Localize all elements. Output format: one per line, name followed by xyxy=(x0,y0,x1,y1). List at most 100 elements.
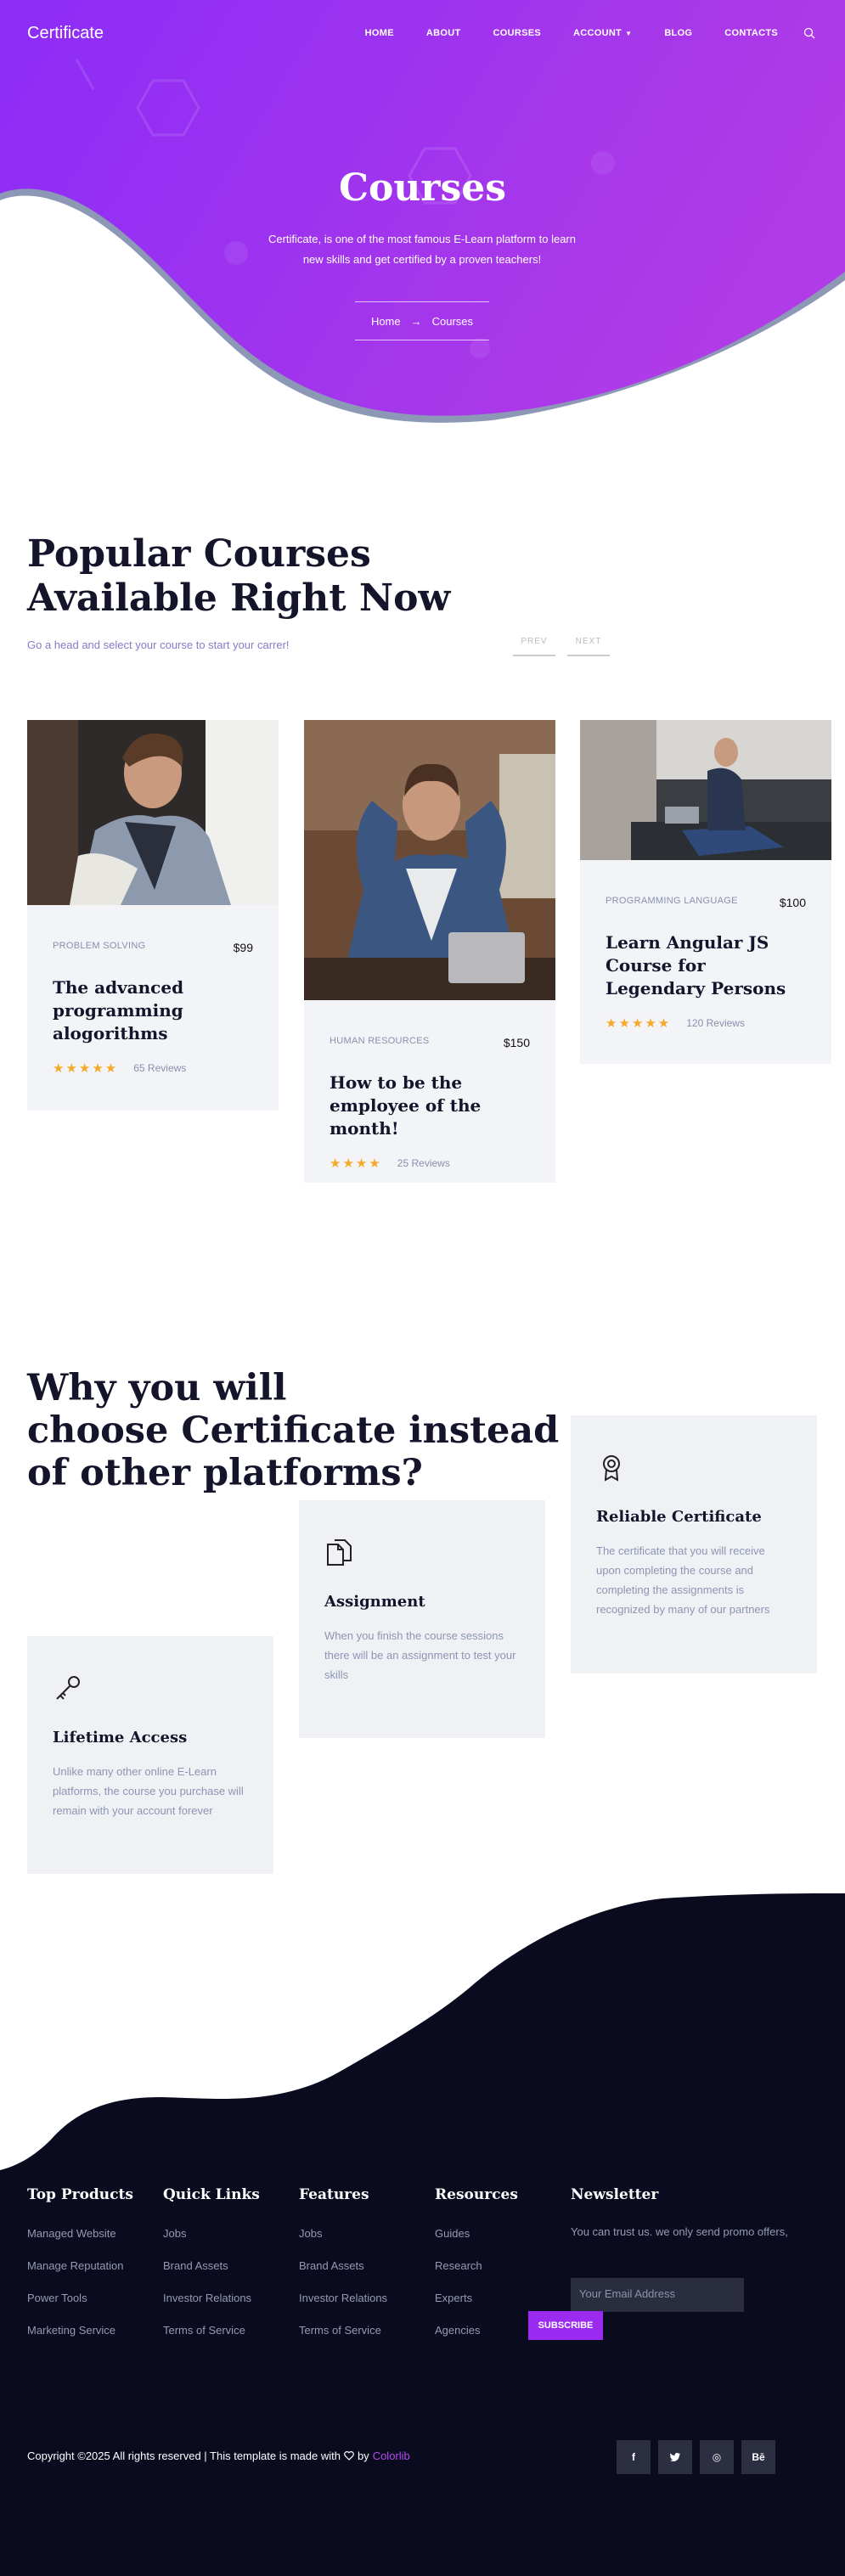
facebook-icon[interactable]: f xyxy=(617,2440,651,2474)
course-category: PROGRAMMING LANGUAGE xyxy=(606,896,738,906)
footer-link[interactable]: Terms of Service xyxy=(163,2324,260,2356)
footer-column: Top Products Managed Website Manage Repu… xyxy=(27,2186,133,2356)
footer-link[interactable]: Managed Website xyxy=(27,2227,133,2259)
course-title[interactable]: How to be the employee of the month! xyxy=(304,1071,555,1140)
prev-label: PREV xyxy=(521,637,548,646)
colorlib-link[interactable]: Colorlib xyxy=(373,2449,410,2462)
course-reviews: 65 Reviews xyxy=(133,1062,187,1074)
course-reviews: 120 Reviews xyxy=(686,1017,745,1029)
course-category: PROBLEM SOLVING xyxy=(53,941,146,951)
why-title-line2: choose Certificate instead xyxy=(27,1409,560,1452)
nav-contacts[interactable]: CONTACTS xyxy=(724,28,778,38)
page-title: Courses xyxy=(338,166,507,210)
footer-link[interactable]: Agencies xyxy=(435,2324,518,2356)
footer-link[interactable]: Guides xyxy=(435,2227,518,2259)
feature-text: Unlike many other online E-Learn platfor… xyxy=(53,1765,244,1817)
heart-icon xyxy=(344,2451,354,2461)
footer-link[interactable]: Jobs xyxy=(299,2227,387,2259)
subscribe-button[interactable]: SUBSCRIBE xyxy=(528,2311,603,2340)
feature-text: The certificate that you will receive up… xyxy=(596,1544,770,1616)
behance-icon[interactable]: Bē xyxy=(741,2440,775,2474)
certificate-badge-icon xyxy=(603,1455,620,1482)
feature-card: Assignment When you finish the course se… xyxy=(299,1500,545,1738)
breadcrumb: Home → Courses xyxy=(355,301,489,340)
course-category: HUMAN RESOURCES xyxy=(330,1036,430,1046)
nav-account[interactable]: ACCOUNT ▼ xyxy=(573,28,632,38)
hero-background xyxy=(0,0,845,423)
footer-link[interactable]: Research xyxy=(435,2259,518,2292)
document-icon xyxy=(327,1539,352,1566)
footer-link[interactable]: Marketing Service xyxy=(27,2324,133,2356)
course-price: $99 xyxy=(233,941,253,954)
popular-title-line1: Popular Courses xyxy=(27,532,371,576)
footer-column: Features Jobs Brand Assets Investor Rela… xyxy=(299,2186,387,2356)
course-title[interactable]: Learn Angular JS Course for Legendary Pe… xyxy=(580,931,831,1000)
course-meta: HUMAN RESOURCES $150 xyxy=(304,1036,555,1049)
footer-link[interactable]: Terms of Service xyxy=(299,2324,387,2356)
course-rating: ★★★★★ 65 Reviews xyxy=(27,1060,279,1076)
feature-text: When you finish the course sessions ther… xyxy=(324,1629,516,1681)
next-label: NEXT xyxy=(575,637,602,646)
nav-blog[interactable]: BLOG xyxy=(664,28,692,38)
course-title[interactable]: The advanced programming alogorithms xyxy=(27,976,279,1045)
footer-link[interactable]: Brand Assets xyxy=(163,2259,260,2292)
why-title-line3: of other platforms? xyxy=(27,1452,423,1494)
chevron-down-icon: ▼ xyxy=(625,29,633,37)
footer-link[interactable]: Brand Assets xyxy=(299,2259,387,2292)
course-card[interactable]: PROGRAMMING LANGUAGE $100 Learn Angular … xyxy=(580,720,831,1064)
site-logo[interactable]: Certificate xyxy=(27,24,104,43)
course-reviews: 25 Reviews xyxy=(397,1157,450,1169)
dribbble-icon[interactable]: ◎ xyxy=(700,2440,734,2474)
star-rating-icon: ★★★★ xyxy=(330,1156,382,1171)
feature-card: Lifetime Access Unlike many other online… xyxy=(27,1636,273,1874)
feature-card: Reliable Certificate The certificate tha… xyxy=(571,1415,817,1673)
footer-column: Quick Links Jobs Brand Assets Investor R… xyxy=(163,2186,260,2356)
footer-column-title: Quick Links xyxy=(163,2186,260,2203)
footer-column-title: Resources xyxy=(435,2186,518,2203)
footer-link[interactable]: Investor Relations xyxy=(163,2292,260,2324)
arrow-left-icon xyxy=(513,648,555,656)
breadcrumb-home[interactable]: Home xyxy=(371,315,401,328)
hero-section: Certificate HOME ABOUT COURSES ACCOUNT ▼ … xyxy=(0,0,845,433)
nav-home[interactable]: HOME xyxy=(365,28,394,38)
footer-link[interactable]: Power Tools xyxy=(27,2292,133,2324)
course-price: $100 xyxy=(779,896,806,909)
footer-link[interactable]: Jobs xyxy=(163,2227,260,2259)
nav-about[interactable]: ABOUT xyxy=(426,28,461,38)
newsletter-text: You can trust us. we only send promo off… xyxy=(571,2225,788,2238)
nav-courses[interactable]: COURSES xyxy=(493,28,541,38)
next-button[interactable]: NEXT xyxy=(567,637,610,656)
footer-link[interactable]: Investor Relations xyxy=(299,2292,387,2324)
footer-link[interactable]: Experts xyxy=(435,2292,518,2324)
star-rating-icon: ★★★★★ xyxy=(53,1061,119,1076)
course-meta: PROGRAMMING LANGUAGE $100 xyxy=(580,896,831,909)
course-rating: ★★★★ 25 Reviews xyxy=(304,1156,555,1171)
footer-column-title: Top Products xyxy=(27,2186,133,2203)
course-image xyxy=(304,720,555,1000)
newsletter-title: Newsletter xyxy=(571,2186,659,2203)
arrow-right-icon xyxy=(567,648,610,656)
prev-button[interactable]: PREV xyxy=(513,637,555,656)
course-meta: PROBLEM SOLVING $99 xyxy=(27,941,279,954)
feature-title: Reliable Certificate xyxy=(596,1508,762,1526)
popular-subtitle: Go a head and select your course to star… xyxy=(27,638,290,651)
feature-title: Assignment xyxy=(324,1593,425,1611)
star-rating-icon: ★★★★★ xyxy=(606,1016,672,1031)
course-card[interactable]: HUMAN RESOURCES $150 How to be the emplo… xyxy=(304,720,555,1183)
copyright-by: by xyxy=(357,2449,369,2462)
email-field[interactable]: Your Email Address xyxy=(571,2278,744,2312)
twitter-icon[interactable] xyxy=(658,2440,692,2474)
breadcrumb-current: Courses xyxy=(431,314,474,328)
footer-link[interactable]: Manage Reputation xyxy=(27,2259,133,2292)
course-image xyxy=(580,720,831,860)
course-rating: ★★★★★ 120 Reviews xyxy=(580,1015,831,1031)
newsletter: Newsletter You can trust us. we only sen… xyxy=(571,2186,788,2238)
nav-account-label: ACCOUNT xyxy=(572,28,622,38)
course-card[interactable]: PROBLEM SOLVING $99 The advanced program… xyxy=(27,720,279,1111)
footer-column-title: Features xyxy=(299,2186,369,2203)
hero-subtitle: Certificate, is one of the most famous E… xyxy=(268,233,576,266)
search-icon[interactable] xyxy=(803,27,815,39)
